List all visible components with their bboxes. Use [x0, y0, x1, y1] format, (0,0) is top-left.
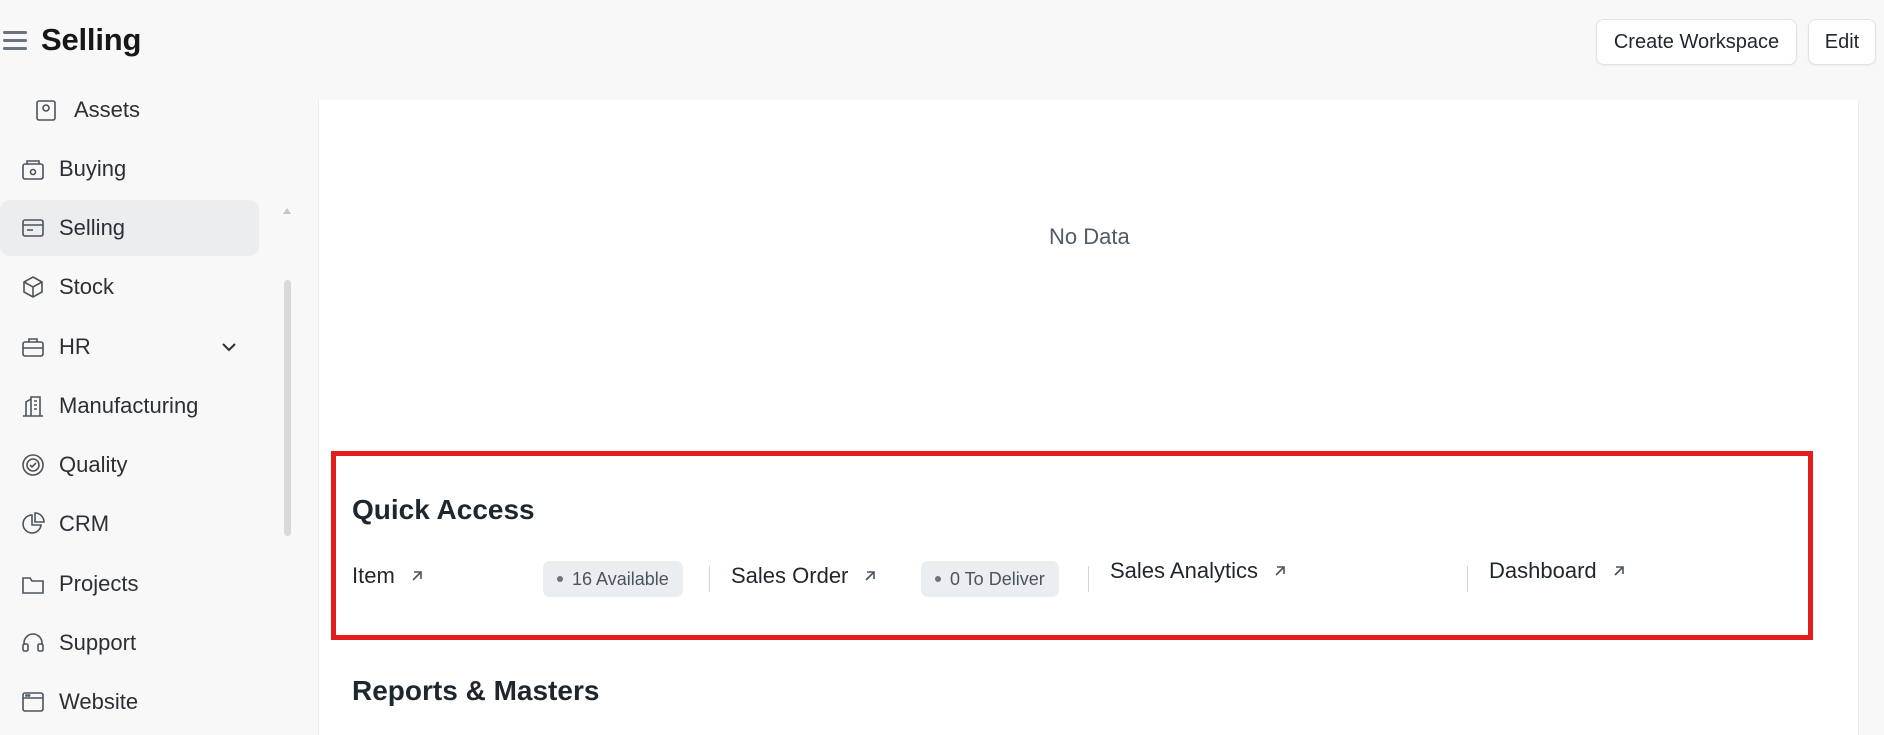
sidebar-item-label: Stock	[59, 274, 115, 299]
sidebar-item-label: CRM	[59, 511, 110, 536]
page-header: Selling Create Workspace Edit	[0, 0, 1884, 100]
sidebar-item-crm[interactable]: CRM	[0, 496, 259, 552]
shortcut-label: Sales Order	[731, 563, 849, 588]
sidebar-scrollbar[interactable]	[284, 280, 291, 536]
shortcut-sales-order-link[interactable]: Sales Order	[731, 563, 878, 589]
create-workspace-button[interactable]: Create Workspace	[1596, 19, 1797, 65]
sidebar-item-projects[interactable]: Projects	[0, 556, 259, 612]
crm-icon	[20, 511, 46, 537]
sidebar-item-buying[interactable]: Buying	[0, 141, 259, 197]
reports-masters-title: Reports & Masters	[352, 675, 600, 706]
arrow-up-right-icon	[412, 571, 422, 581]
stock-icon	[20, 274, 46, 300]
sidebar-item-assets[interactable]: Assets	[0, 82, 259, 138]
quick-access-highlight	[331, 451, 1813, 640]
shortcut-sales-analytics-link[interactable]: Sales Analytics	[1110, 558, 1288, 584]
sidebar: Assets Buying Selling Stock HR Manufactu	[0, 97, 300, 735]
divider	[709, 566, 710, 592]
quick-access-title: Quick Access	[352, 494, 535, 525]
arrow-up-right-icon	[1275, 566, 1285, 576]
manufacturing-icon	[20, 393, 46, 419]
sidebar-item-label: Website	[59, 689, 139, 714]
sidebar-item-support[interactable]: Support	[0, 615, 259, 671]
shortcut-label: Dashboard	[1489, 558, 1597, 583]
sidebar-item-label: Buying	[59, 156, 127, 181]
sidebar-item-label: Projects	[59, 571, 139, 596]
shortcut-item-link[interactable]: Item	[352, 563, 425, 589]
sidebar-item-quality[interactable]: Quality	[0, 437, 259, 493]
shortcut-dashboard-link[interactable]: Dashboard	[1489, 558, 1627, 584]
hr-icon	[20, 334, 46, 360]
chevron-down-icon[interactable]	[218, 336, 240, 358]
arrow-up-right-icon	[1614, 566, 1624, 576]
sidebar-item-label: HR	[59, 334, 91, 359]
buying-icon	[20, 156, 46, 182]
sidebar-item-label: Quality	[59, 452, 128, 477]
page-title: Selling	[41, 22, 142, 57]
sidebar-item-stock[interactable]: Stock	[0, 259, 259, 315]
shortcut-label: Sales Analytics	[1110, 558, 1258, 583]
sidebar-item-website[interactable]: Website	[0, 674, 259, 730]
sidebar-item-label: Support	[59, 630, 137, 655]
arrow-up-right-icon	[865, 571, 876, 581]
status-badge: 0 To Deliver	[921, 561, 1059, 597]
sidebar-item-manufacturing[interactable]: Manufacturing	[0, 378, 259, 434]
scroll-up-arrow-icon[interactable]	[283, 208, 291, 214]
hamburger-menu-icon[interactable]	[3, 31, 27, 53]
sidebar-item-label: Assets	[74, 97, 141, 122]
edit-button[interactable]: Edit	[1808, 19, 1876, 65]
sidebar-item-label: Selling	[59, 215, 126, 240]
website-icon	[20, 689, 46, 715]
divider	[1467, 566, 1468, 592]
sidebar-item-hr[interactable]: HR	[0, 319, 259, 375]
quality-icon	[20, 452, 46, 478]
divider	[1088, 566, 1089, 592]
sidebar-item-label: Manufacturing	[59, 393, 199, 418]
chart-empty-text: No Data	[1049, 224, 1130, 249]
sidebar-item-selling[interactable]: Selling	[0, 200, 259, 256]
shortcut-label: Item	[352, 563, 395, 588]
support-icon	[20, 630, 46, 656]
assets-icon	[33, 97, 59, 123]
projects-icon	[20, 571, 46, 597]
status-badge: 16 Available	[543, 561, 683, 597]
selling-icon	[20, 215, 46, 241]
